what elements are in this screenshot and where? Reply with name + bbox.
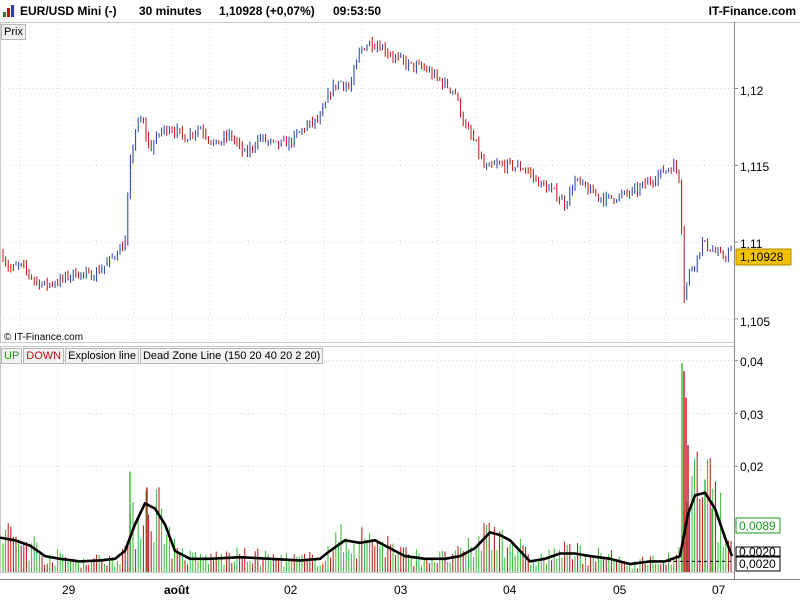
x-tick-label: 04 xyxy=(503,583,517,597)
x-tick-label: 05 xyxy=(613,583,627,597)
copyright-text: © IT-Finance.com xyxy=(4,332,83,343)
legend-down[interactable]: DOWN xyxy=(23,348,65,364)
legend-dead-zone-line[interactable]: Dead Zone Line (150 20 40 20 2 20) xyxy=(139,348,324,364)
legend-explosion-line[interactable]: Explosion line xyxy=(65,348,139,364)
x-tick-label: août xyxy=(164,583,189,597)
x-tick-label: 29 xyxy=(62,583,76,597)
current-price-value: 1,10928 xyxy=(740,250,784,264)
price-pane[interactable] xyxy=(0,22,735,343)
price-tick-label: 1,115 xyxy=(740,160,769,174)
price-tick-label: 1,12 xyxy=(740,84,764,98)
indicator-legend: UP DOWN Explosion line Dead Zone Line (1… xyxy=(1,348,324,364)
indicator-pane[interactable] xyxy=(0,346,735,573)
x-tick-label: 03 xyxy=(394,583,408,597)
price-panel-label[interactable]: Prix xyxy=(1,24,26,40)
x-tick-label: 07 xyxy=(712,583,726,597)
legend-up[interactable]: UP xyxy=(1,348,23,364)
indicator-tick-label: 0,02 xyxy=(740,460,764,474)
dead-zone-value: 0,0020 xyxy=(739,557,776,571)
price-tick-label: 1,105 xyxy=(740,315,770,329)
up-value: 0,0089 xyxy=(739,519,776,533)
x-tick-label: 02 xyxy=(284,583,298,597)
indicator-tick-label: 0,03 xyxy=(740,408,764,422)
chart-area[interactable]: 1,105 1,11 1,115 1,12 1,10928 0,02 0,03 … xyxy=(0,0,800,600)
indicator-tick-label: 0,04 xyxy=(740,355,764,369)
